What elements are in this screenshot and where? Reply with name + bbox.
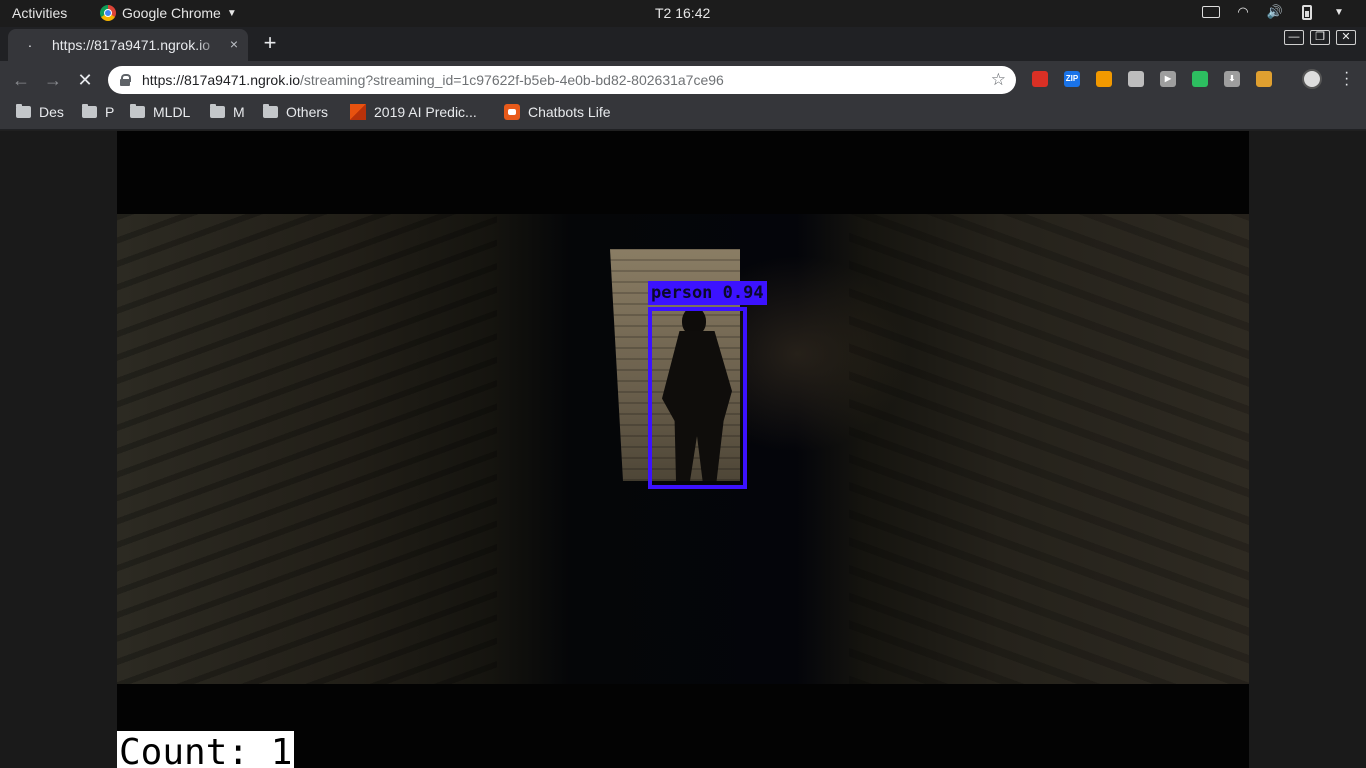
clock[interactable]: T2 16:42 — [655, 5, 710, 21]
play-extension-icon[interactable]: ▶ — [1160, 71, 1176, 87]
bookmarks-bar: Des P MLDL M Others 2019 AI Predic... Ch… — [0, 98, 1366, 130]
cookie-extension-icon[interactable] — [1256, 71, 1272, 87]
brick-wall-right — [849, 214, 1249, 684]
stop-loading-icon[interactable]: ✕ — [72, 67, 98, 93]
bookmark-ai-predictions[interactable]: 2019 AI Predic... — [350, 104, 477, 120]
folder-icon — [263, 104, 278, 118]
keyboard-icon[interactable] — [1202, 4, 1220, 20]
close-window-button[interactable]: ✕ — [1336, 30, 1356, 45]
video-frame: person 0.94 — [117, 214, 1249, 684]
download-extension-icon[interactable]: ⬇ — [1224, 71, 1240, 87]
url-text[interactable]: https://817a9471.ngrok.io/streaming?stre… — [142, 72, 724, 88]
page-content: person 0.94 Count: 1 — [0, 131, 1366, 768]
bookmark-label: 2019 AI Predic... — [374, 104, 477, 120]
minimize-button[interactable]: — — [1284, 30, 1304, 45]
profile-avatar[interactable] — [1302, 69, 1322, 89]
stop-extension-icon[interactable] — [1032, 71, 1048, 87]
bookmark-label: P — [105, 104, 115, 120]
extensions-area: ZIP ▶ ⬇ — [1032, 71, 1272, 87]
app-menu[interactable]: Google Chrome ▼ — [100, 5, 237, 21]
loading-icon: . — [28, 34, 32, 50]
app-name: Google Chrome — [122, 5, 221, 21]
bookmark-folder-m[interactable]: M — [210, 104, 245, 120]
detection-label: person 0.94 — [648, 281, 767, 305]
url-host: https://817a9471.ngrok.io — [142, 72, 301, 88]
bookmark-folder-des[interactable]: Des — [16, 104, 64, 120]
address-bar[interactable]: https://817a9471.ngrok.io/streaming?stre… — [108, 66, 1016, 94]
new-tab-button[interactable]: + — [258, 32, 282, 56]
wifi-icon[interactable]: ◠ — [1234, 4, 1252, 20]
window-controls: — ❐ ✕ — [1284, 30, 1356, 45]
video-stream[interactable]: person 0.94 — [117, 131, 1249, 768]
bookmark-chatbots-life[interactable]: Chatbots Life — [504, 104, 611, 120]
system-tray[interactable]: ◠ 🔊 ▼ — [1202, 4, 1348, 20]
folder-icon — [210, 104, 225, 118]
forward-arrow-icon[interactable]: → — [40, 67, 66, 93]
chrome-icon — [100, 5, 116, 21]
browser-toolbar: ← → ✕ https://817a9471.ngrok.io/streamin… — [0, 61, 1366, 98]
system-top-bar: Activities Google Chrome ▼ T2 16:42 ◠ 🔊 … — [0, 0, 1366, 27]
folder-icon — [82, 104, 97, 118]
lock-icon[interactable] — [120, 74, 131, 86]
restore-button[interactable]: ❐ — [1310, 30, 1330, 45]
owl-extension-icon[interactable] — [1096, 71, 1112, 87]
evernote-extension-icon[interactable] — [1192, 71, 1208, 87]
url-path: /streaming?streaming_id=1c97622f-b5eb-4e… — [300, 72, 724, 88]
chevron-down-icon[interactable]: ▼ — [1330, 4, 1348, 20]
chevron-down-icon: ▼ — [226, 7, 237, 19]
chatbot-favicon-icon — [504, 104, 520, 120]
detection-bounding-box — [648, 307, 747, 489]
brick-wall-left — [117, 214, 497, 684]
volume-icon[interactable]: 🔊 — [1266, 4, 1284, 20]
bookmark-folder-others[interactable]: Others — [263, 104, 328, 120]
bookmark-label: Others — [286, 104, 329, 120]
tab-strip: . https://817a9471.ngrok.io × + — ❐ ✕ — [0, 27, 1366, 61]
bookmark-folder-p[interactable]: P — [82, 104, 114, 120]
tab-active[interactable]: . https://817a9471.ngrok.io × — [8, 29, 248, 61]
bookmark-folder-mldl[interactable]: MLDL — [130, 104, 190, 120]
bookmark-label: MLDL — [153, 104, 191, 120]
zip-extension-icon[interactable]: ZIP — [1064, 71, 1080, 87]
bookmark-label: M — [233, 104, 245, 120]
tab-title: https://817a9471.ngrok.io — [52, 37, 211, 53]
bookmark-label: Des — [39, 104, 64, 120]
bookmark-label: Chatbots Life — [528, 104, 611, 120]
close-icon[interactable]: × — [230, 36, 238, 52]
menu-kebab-icon[interactable]: · · · — [1344, 65, 1349, 93]
site-favicon-icon — [350, 104, 366, 120]
folder-icon — [130, 104, 145, 118]
activities-button[interactable]: Activities — [12, 5, 67, 21]
battery-icon[interactable] — [1298, 4, 1316, 20]
person-count: Count: 1 — [117, 731, 295, 768]
folder-icon — [16, 104, 31, 118]
back-arrow-icon[interactable]: ← — [8, 67, 34, 93]
page-extension-icon[interactable] — [1128, 71, 1144, 87]
bookmark-star-icon[interactable]: ☆ — [991, 70, 1006, 90]
